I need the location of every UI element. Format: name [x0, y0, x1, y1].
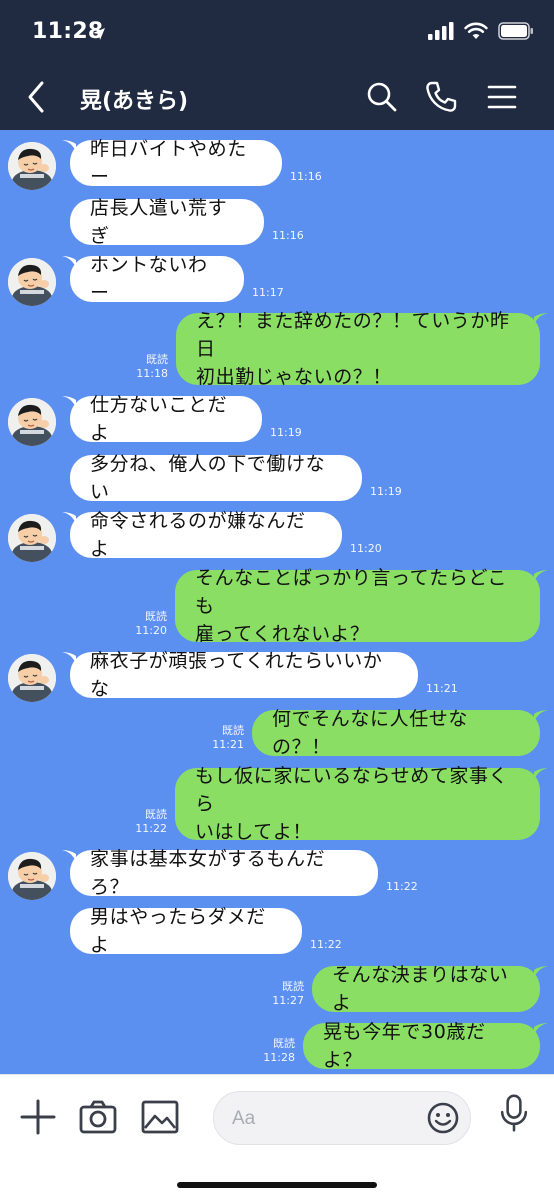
avatar[interactable] [8, 852, 56, 900]
back-button[interactable] [22, 80, 52, 114]
avatar[interactable] [8, 398, 56, 446]
microphone-icon[interactable] [494, 1093, 534, 1133]
phone-icon[interactable] [424, 80, 458, 114]
message-meta: 11:19 [370, 485, 402, 499]
search-icon[interactable] [364, 80, 398, 114]
status-bar: 11:28 [0, 0, 554, 66]
read-receipt: 既読 [222, 724, 244, 737]
message-meta: 既読 11:21 [204, 724, 244, 752]
message-bubble[interactable]: 店長人遣い荒すぎ [70, 197, 264, 247]
message-meta: 既読 11:18 [128, 353, 168, 381]
read-receipt: 既読 [282, 980, 304, 993]
message-bubble[interactable]: 命令されるのが嫌なんだよ [70, 510, 342, 560]
read-receipt: 既読 [145, 808, 167, 821]
read-receipt: 既読 [273, 1037, 295, 1050]
message-time: 11:18 [136, 367, 168, 380]
message-meta: 11:22 [310, 938, 342, 952]
message-bubble[interactable]: 何でそんなに人任せなの？！ [252, 708, 540, 758]
message-time: 11:22 [386, 880, 418, 893]
message-time: 11:21 [212, 738, 244, 751]
status-indicators [428, 22, 534, 40]
message-time: 11:17 [252, 286, 284, 299]
message-input[interactable] [213, 1091, 471, 1145]
message-bubble[interactable]: もし仮に家にいるならせめて家事くら いはしてよ！ [175, 765, 540, 843]
avatar[interactable] [8, 654, 56, 702]
message-meta: 11:17 [252, 286, 284, 300]
message-time: 11:20 [350, 542, 382, 555]
message-meta: 11:16 [272, 229, 304, 243]
message-time: 11:19 [370, 485, 402, 498]
cellular-signal-icon [428, 22, 454, 40]
message-time: 11:16 [272, 229, 304, 242]
message-meta: 11:21 [426, 682, 458, 696]
chat-area[interactable]: 昨日バイトやめたー 11:16 店長人遣い荒すぎ 11:16 ホントないわー 11:17 え… [0, 130, 554, 1074]
avatar[interactable] [8, 142, 56, 190]
message-bubble[interactable]: 麻衣子が頑張ってくれたらいいかな [70, 650, 418, 700]
message-bubble[interactable]: 仕方ないことだよ [70, 394, 262, 444]
message-time: 11:21 [426, 682, 458, 695]
camera-icon[interactable] [78, 1097, 118, 1137]
message-bubble[interactable]: ホントないわー [70, 254, 244, 304]
battery-icon [498, 22, 533, 40]
message-time: 11:28 [263, 1051, 295, 1064]
avatar[interactable] [8, 514, 56, 562]
message-meta: 11:16 [290, 170, 322, 184]
message-meta: 11:19 [270, 426, 302, 440]
message-time: 11:19 [270, 426, 302, 439]
read-receipt: 既読 [146, 353, 168, 366]
plus-icon[interactable] [18, 1097, 58, 1137]
smiley-icon[interactable] [426, 1101, 460, 1135]
message-bubble[interactable]: そんな決まりはないよ [312, 964, 540, 1014]
message-meta: 11:20 [350, 542, 382, 556]
chat-header: 晃(あきら) [0, 66, 554, 130]
message-bubble[interactable]: 昨日バイトやめたー [70, 138, 282, 188]
message-bubble[interactable]: 晃も今年で30歳だよ？ [303, 1021, 540, 1071]
home-indicator [177, 1182, 377, 1188]
location-arrow-icon [93, 28, 105, 40]
image-icon[interactable] [140, 1097, 180, 1137]
message-input-field[interactable] [232, 1104, 422, 1134]
read-receipt: 既読 [145, 610, 167, 623]
message-meta: 既読 11:27 [264, 980, 304, 1008]
avatar[interactable] [8, 258, 56, 306]
wifi-icon [464, 22, 488, 39]
message-time: 11:20 [135, 624, 167, 637]
message-bubble[interactable]: 多分ね、俺人の下で働けない [70, 453, 362, 503]
message-bubble[interactable]: え？！また辞めたの？！ていうか昨日 初出勤じゃないの？！ [176, 310, 540, 388]
message-time: 11:22 [135, 822, 167, 835]
message-time: 11:16 [290, 170, 322, 183]
message-meta: 既読 11:22 [127, 808, 167, 836]
message-time: 11:27 [272, 994, 304, 1007]
message-meta: 既読 11:28 [255, 1037, 295, 1065]
chat-title: 晃(あきら) [80, 89, 189, 114]
message-meta: 11:22 [386, 880, 418, 894]
message-bubble[interactable]: 家事は基本女がするもんだろ？ [70, 848, 378, 898]
message-time: 11:22 [310, 938, 342, 951]
message-meta: 既読 11:20 [127, 610, 167, 638]
message-bubble[interactable]: そんなことばっかり言ってたらどこも 雇ってくれないよ？ [175, 567, 540, 645]
top-bar: 11:28 晃(あきら) [0, 0, 554, 130]
menu-icon[interactable] [485, 80, 519, 114]
message-bubble[interactable]: 男はやったらダメだよ [70, 906, 302, 956]
